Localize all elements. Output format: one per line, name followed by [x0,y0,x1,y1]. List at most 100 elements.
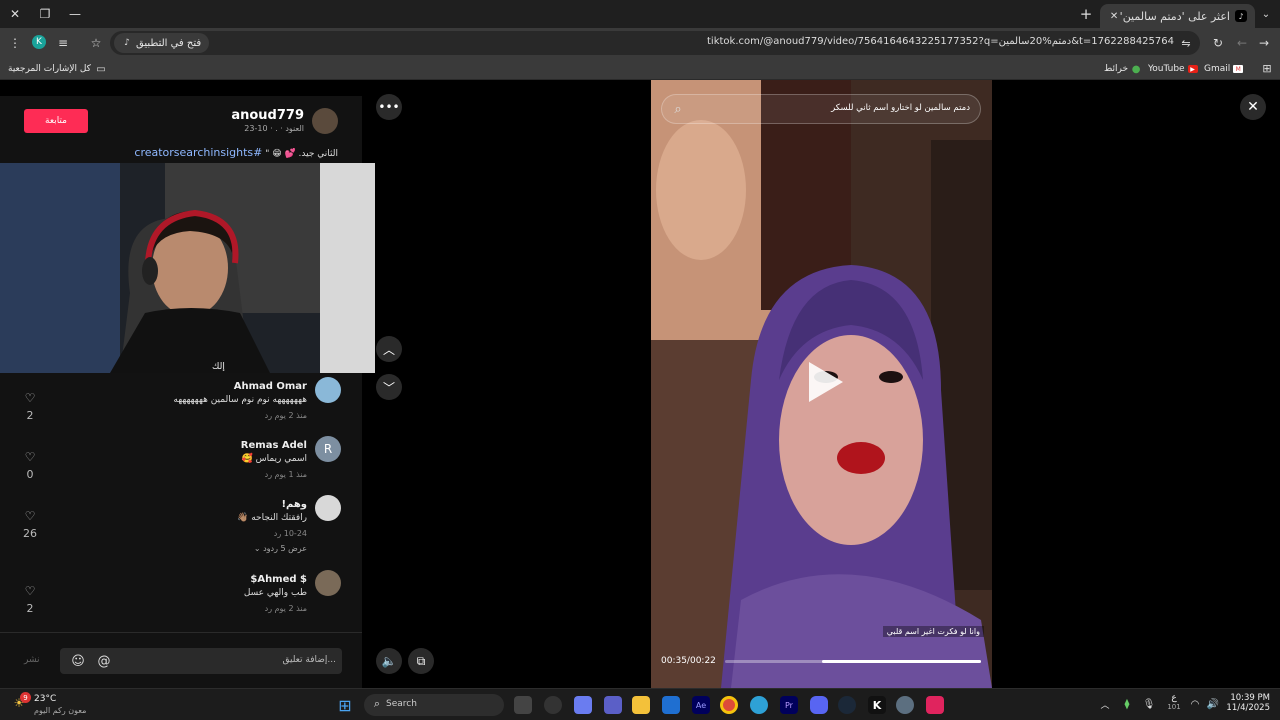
gmail-icon: M [1233,65,1244,73]
reload-icon[interactable]: ↻ [1210,35,1226,51]
tab-title: اعثر على 'دمتم سالمين' على Tok [1120,9,1230,23]
comment-input[interactable]: إضافة تعليق... ☺ @ [60,648,342,674]
video-player[interactable]: ⌕ دمتم سالمين لو اختارو اسم ثاني للسكر و… [651,80,992,688]
chrome-icon[interactable] [720,696,738,714]
comment-author[interactable]: Remas Adel [241,440,307,451]
close-video-button[interactable]: ✕ [1240,94,1266,120]
mention-icon[interactable]: @ [96,653,112,669]
bookmarks-bar: ▭ كل الإشارات المرجعية خرائط ● YouTube ▶… [0,58,1280,80]
browser-toolbar: ⋮ K ≡ ☆ ♪ فتح في التطبيق tiktok.com/@ano… [0,28,1280,58]
microphone-icon[interactable]: 🎙 [1142,697,1156,711]
kick-icon[interactable]: K [868,696,886,714]
windows-taskbar: ☀ 9 23°C معون ركم اليوم ⊞ ⌕ Search Ae Pr… [0,688,1280,720]
comment-like-count: 2 [26,409,34,422]
post-comment-button[interactable]: نشر [24,655,40,665]
settings-gear-icon[interactable] [896,696,914,714]
tab-tiktok[interactable]: ♪ اعثر على 'دمتم سالمين' على Tok ✕ [1100,4,1255,28]
comment-meta[interactable]: منذ 2 يوم رد [265,604,307,613]
like-heart-icon[interactable]: ♡ [22,391,38,405]
bookmark-youtube[interactable]: YouTube ▶ [1148,61,1198,77]
comment-avatar[interactable] [315,495,341,521]
clock[interactable]: 10:39 PM 11/4/2025 [1222,693,1270,713]
close-window-icon[interactable]: ✕ [8,7,22,21]
weather-temp: 23°C [34,694,57,704]
store-icon[interactable] [662,696,680,714]
emoji-icon[interactable]: ☺ [70,653,86,669]
comment-row: $ Ahmed$ طب والهي عسل منذ 2 يوم رد ♡ 2 [0,570,362,632]
open-in-app-chip[interactable]: ♪ فتح في التطبيق [114,33,210,53]
premiere-icon[interactable]: Pr [780,696,798,714]
steam-icon[interactable] [838,696,856,714]
like-heart-icon[interactable]: ♡ [22,584,38,598]
minimize-window-icon[interactable]: — [68,7,82,21]
floating-player-button[interactable]: ⧉ [408,648,434,674]
after-effects-icon[interactable]: Ae [692,696,710,714]
video-search-box[interactable]: ⌕ دمتم سالمين لو اختارو اسم ثاني للسكر [661,94,981,124]
address-bar[interactable]: ☆ ♪ فتح في التطبيق tiktok.com/@anoud779/… [91,31,1200,55]
clock-time: 10:39 PM [1230,693,1270,703]
comment-author[interactable]: وهم! [281,499,307,510]
comment-meta[interactable]: منذ 2 يوم رد [265,411,307,420]
chevron-up-icon[interactable]: ︿ [1098,697,1112,711]
like-heart-icon[interactable]: ♡ [22,509,38,523]
wifi-icon[interactable]: ◠ [1188,697,1202,711]
bookmark-maps[interactable]: خرائط ● [1104,61,1141,77]
site-settings-icon[interactable]: ⇋ [1178,35,1194,51]
bookmark-gmail[interactable]: Gmail M [1204,61,1244,77]
weather-widget[interactable]: ☀ 9 23°C معون ركم اليوم [12,692,92,718]
task-view-icon[interactable] [514,696,532,714]
chevron-up-icon: ︿ [382,342,395,357]
file-explorer-icon[interactable] [632,696,650,714]
author-username[interactable]: anoud779 [231,108,304,123]
pip-icon: ⧉ [416,653,426,668]
like-heart-icon[interactable]: ♡ [22,450,38,464]
volume-button[interactable]: 🔈 [376,648,402,674]
teams-icon[interactable] [604,696,622,714]
comment-text: اسمي ريماس 🥰 [241,454,307,464]
volume-icon[interactable]: 🔊 [1206,697,1220,711]
comment-avatar[interactable]: R [315,436,341,462]
tiktok-favicon-icon: ♪ [1235,10,1247,22]
tab-search-icon[interactable]: ⌄ [1258,6,1274,22]
profile-avatar[interactable]: K [32,35,46,49]
video-overlay-caption: وانا لو فكرت اغير اسم قلبي [882,626,984,637]
bookmark-maps-label: خرائط [1104,64,1129,74]
comment-meta[interactable]: منذ 1 يوم رد [265,470,307,479]
taskbar-search[interactable]: ⌕ Search [364,694,504,716]
comment-meta[interactable]: 10-24 رد [274,529,307,538]
next-video-button[interactable]: ﹀ [376,374,402,400]
reading-list-icon[interactable]: ≡ [56,35,70,51]
app-icon[interactable] [926,696,944,714]
copilot-icon[interactable] [574,696,592,714]
edge-icon[interactable] [750,696,768,714]
forward-icon[interactable]: ← [1234,35,1250,51]
close-tab-icon[interactable]: ✕ [1108,11,1120,22]
comment-author[interactable]: $ Ahmed$ [250,574,307,585]
follow-button[interactable]: متابعة [24,109,88,133]
comment-avatar[interactable] [315,570,341,596]
view-replies-button[interactable]: عرض 5 ردود ⌄ [254,544,307,553]
comment-author[interactable]: Ahmad Omar [234,381,307,392]
tray-app-icon[interactable]: ⧫ [1120,697,1134,711]
comment-avatar[interactable] [315,377,341,403]
restore-window-icon[interactable]: ❐ [38,7,52,21]
all-bookmarks-button[interactable]: ▭ كل الإشارات المرجعية [8,61,107,77]
author-avatar[interactable] [312,108,338,134]
caption-hashtag[interactable]: #creatorsearchinsights [134,146,262,159]
apps-grid-icon[interactable]: ⊞ [1260,61,1274,75]
bookmark-star-icon[interactable]: ☆ [88,35,104,51]
video-progress-track[interactable] [725,660,981,663]
more-options-button[interactable]: ••• [376,94,402,120]
github-desktop-icon[interactable] [544,696,562,714]
new-tab-icon[interactable]: + [1078,5,1094,23]
bookmark-youtube-label: YouTube [1148,64,1185,74]
back-icon[interactable]: → [1256,35,1272,51]
windows-start-icon[interactable]: ⊞ [336,696,354,715]
discord-icon[interactable] [810,696,828,714]
search-icon: ⌕ [373,697,381,710]
search-icon[interactable]: ⌕ [670,101,686,117]
language-indicator[interactable]: ع 101 [1166,693,1182,717]
menu-dots-icon[interactable]: ⋮ [8,35,22,51]
previous-video-button[interactable]: ︿ [376,336,402,362]
webcam-shirt-text: إلك [212,362,225,372]
